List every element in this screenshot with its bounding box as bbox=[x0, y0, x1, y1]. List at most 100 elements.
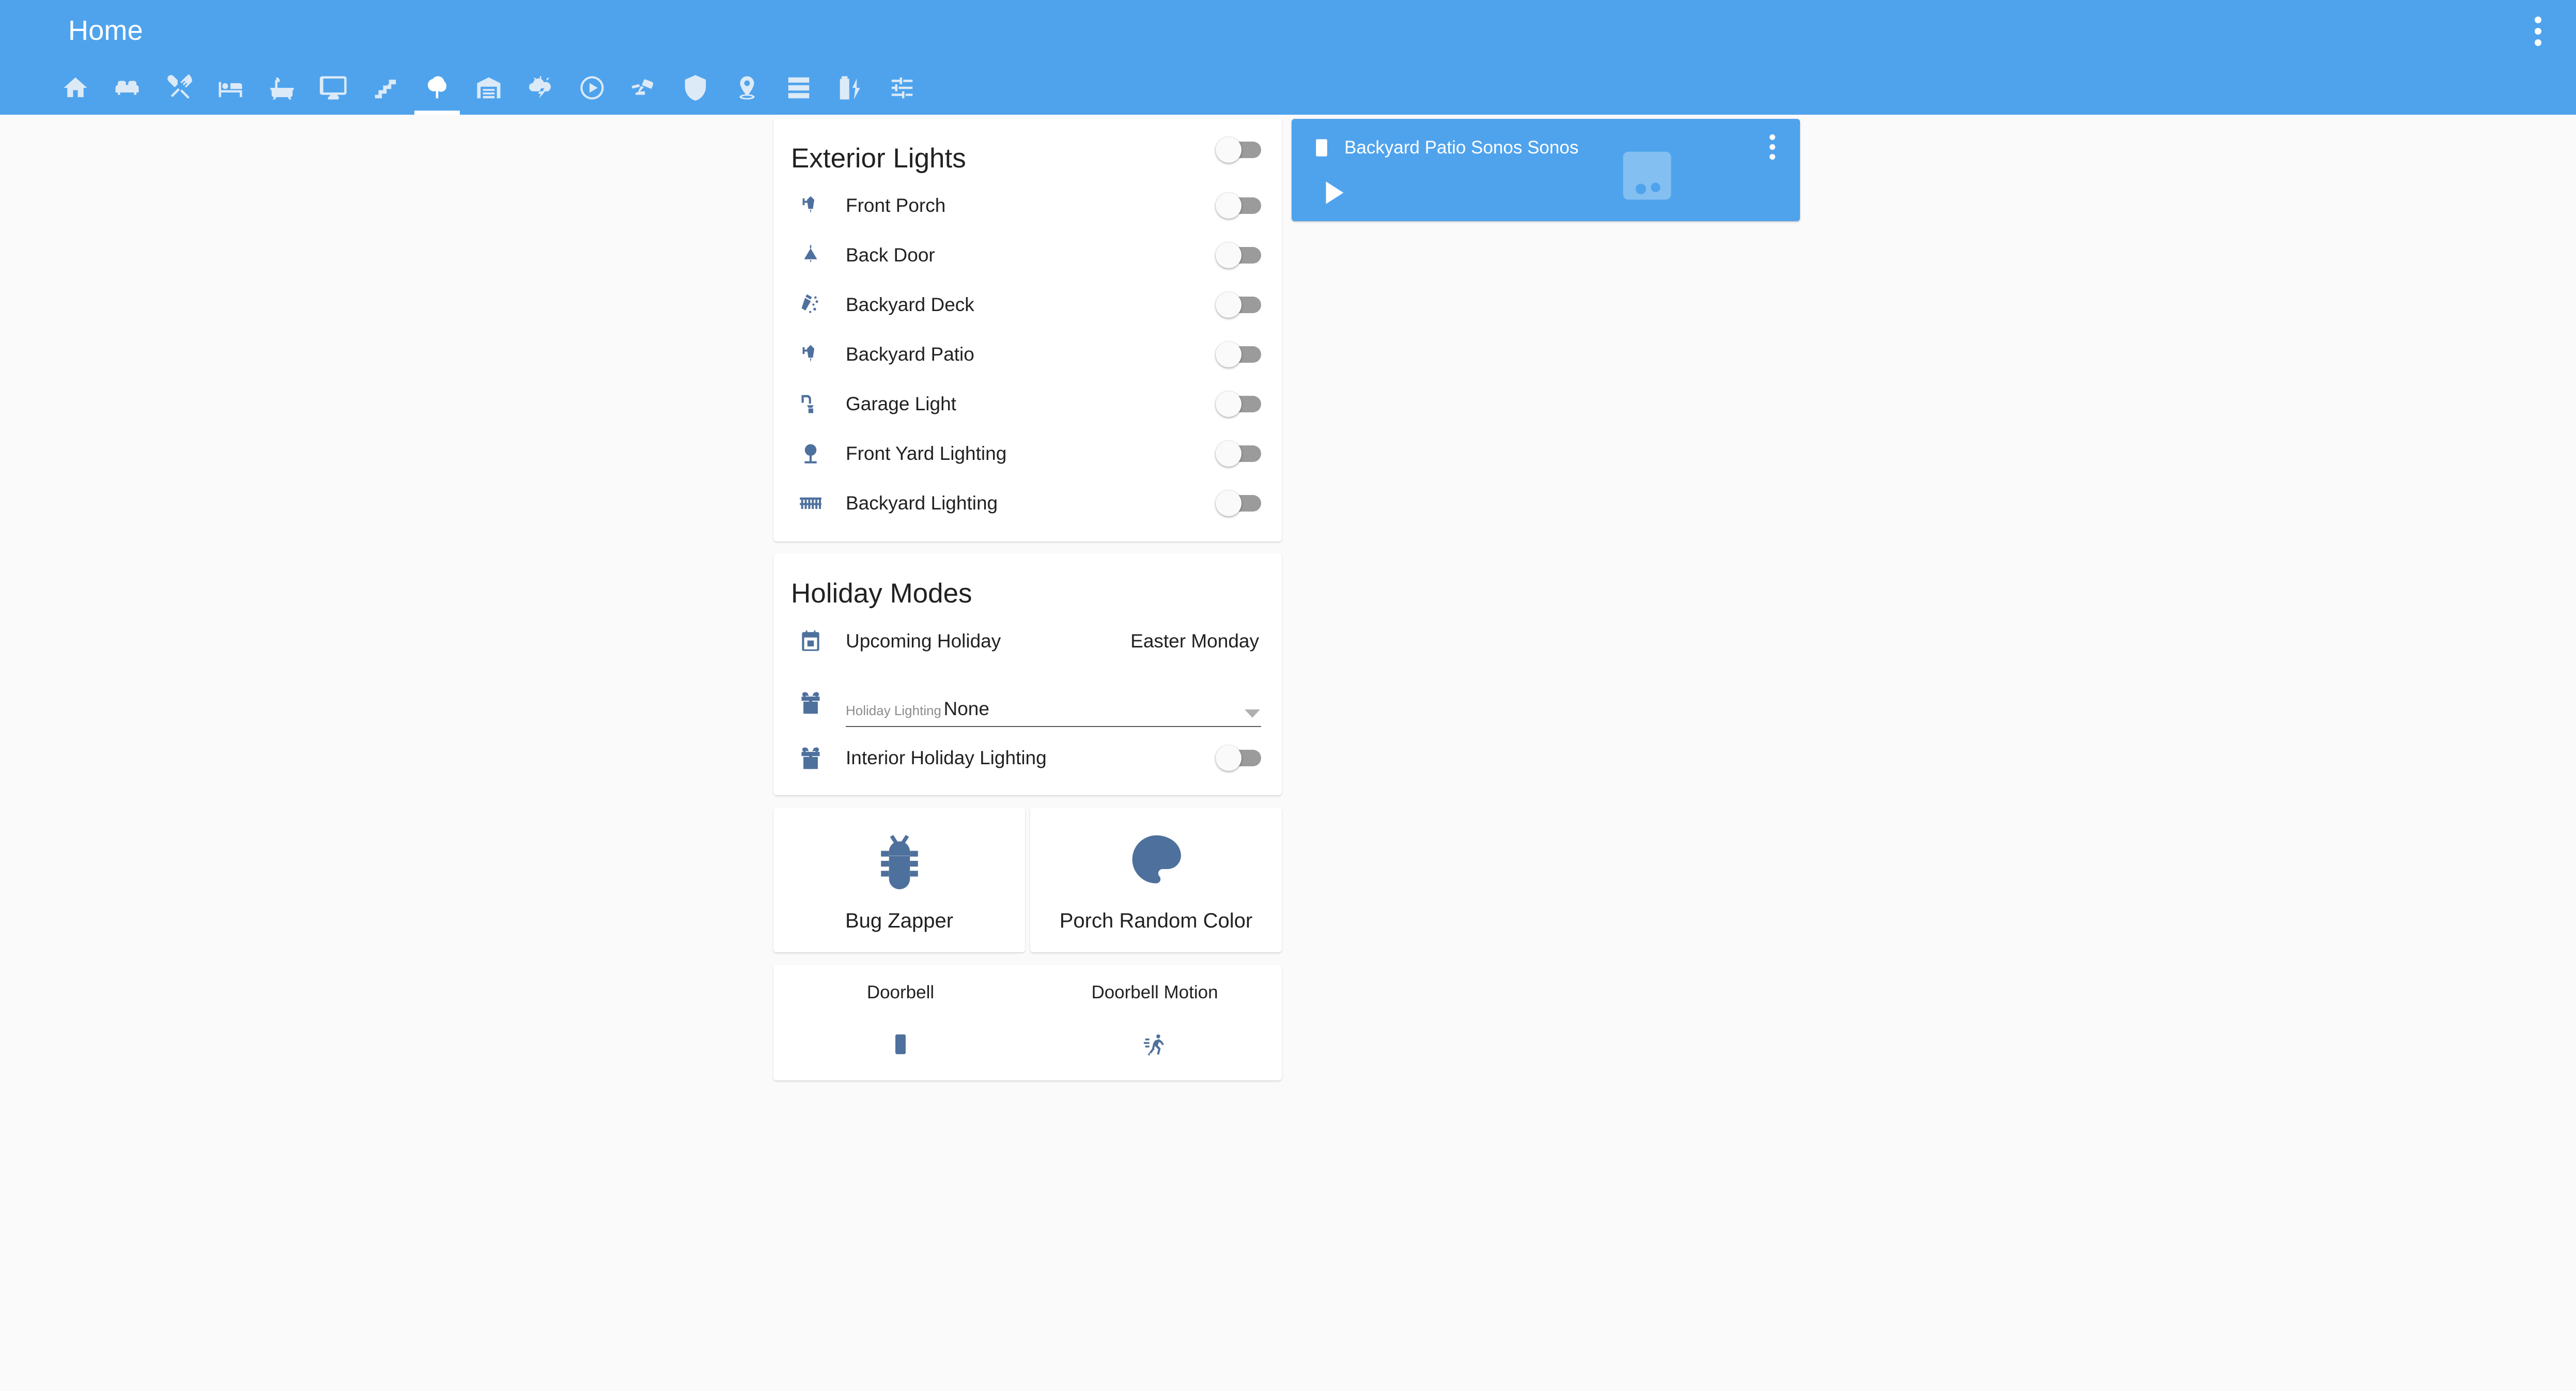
tune-icon bbox=[888, 74, 916, 102]
bathtub-icon bbox=[268, 74, 296, 102]
upcoming-holiday-row: Upcoming Holiday Easter Monday bbox=[773, 616, 1282, 666]
tab-office[interactable] bbox=[308, 61, 360, 115]
holiday-lighting-select[interactable]: Holiday Lighting None bbox=[846, 698, 1261, 727]
media-player-header: Backyard Patio Sonos Sonos bbox=[1292, 119, 1800, 158]
app-bar-top: Home bbox=[0, 0, 2576, 61]
toggle-knob bbox=[1216, 391, 1242, 418]
tab-location[interactable] bbox=[721, 61, 773, 115]
tree-icon bbox=[423, 74, 451, 102]
tab-bedroom[interactable] bbox=[205, 61, 256, 115]
dot bbox=[2534, 27, 2541, 35]
sensor-doorbell-motion[interactable]: Doorbell Motion bbox=[1028, 982, 1282, 1060]
upcoming-holiday-value: Easter Monday bbox=[1130, 630, 1259, 652]
exterior-lights-card: Exterior Lights Front Porch Back Door Ba… bbox=[773, 119, 1282, 542]
outdoor-lamp-icon bbox=[791, 193, 830, 219]
light-toggle-backyard-deck[interactable] bbox=[1216, 292, 1261, 318]
light-toggle-backyard-patio[interactable] bbox=[1216, 342, 1261, 368]
dot bbox=[1769, 153, 1775, 160]
tab-outside[interactable] bbox=[411, 61, 463, 115]
dots-vertical-icon[interactable] bbox=[1758, 132, 1787, 161]
toggle-knob bbox=[1216, 193, 1242, 219]
light-row-backyard-patio[interactable]: Backyard Patio bbox=[773, 330, 1282, 379]
light-label: Backyard Patio bbox=[846, 344, 974, 365]
light-label: Backyard Lighting bbox=[846, 492, 998, 514]
play-icon[interactable] bbox=[1318, 178, 1348, 208]
light-toggle-front-porch[interactable] bbox=[1216, 193, 1261, 219]
toggle-knob bbox=[1216, 137, 1242, 163]
media-player-title: Backyard Patio Sonos Sonos bbox=[1344, 137, 1579, 158]
tab-garage[interactable] bbox=[463, 61, 515, 115]
holiday-lighting-select-row[interactable]: Holiday Lighting None bbox=[773, 666, 1282, 733]
palette-icon bbox=[1126, 827, 1186, 894]
holiday-modes-title: Holiday Modes bbox=[791, 578, 972, 609]
exterior-lights-header: Exterior Lights bbox=[773, 119, 1282, 181]
sensor-doorbell[interactable]: Doorbell bbox=[773, 982, 1028, 1060]
light-row-front-porch[interactable]: Front Porch bbox=[773, 181, 1282, 230]
map-marker-icon bbox=[733, 74, 761, 102]
light-row-backyard-lighting[interactable]: Backyard Lighting bbox=[773, 478, 1282, 528]
chevron-down-icon[interactable] bbox=[1245, 709, 1260, 718]
scene-button-label: Porch Random Color bbox=[1059, 909, 1253, 932]
home-icon bbox=[61, 74, 89, 102]
scene-button-porch-random-color[interactable]: Porch Random Color bbox=[1030, 807, 1282, 952]
light-row-front-yard-lighting[interactable]: Front Yard Lighting bbox=[773, 429, 1282, 478]
toggle-knob bbox=[1216, 441, 1242, 467]
dots-vertical-icon[interactable] bbox=[2520, 13, 2555, 49]
calendar-icon bbox=[791, 628, 830, 654]
exterior-lights-master-toggle[interactable] bbox=[1216, 137, 1261, 163]
spotlight-beam-icon bbox=[791, 292, 830, 318]
tab-security[interactable] bbox=[670, 61, 721, 115]
tab-weather[interactable] bbox=[515, 61, 566, 115]
app-bar: Home bbox=[0, 0, 2576, 115]
light-label: Front Yard Lighting bbox=[846, 443, 1007, 465]
main-content: Exterior Lights Front Porch Back Door Ba… bbox=[0, 115, 2576, 1391]
bed-icon bbox=[216, 74, 244, 102]
stairs-icon bbox=[371, 74, 399, 102]
light-toggle-back-door[interactable] bbox=[1216, 242, 1261, 269]
holiday-lighting-value: None bbox=[943, 698, 989, 720]
tab-system[interactable] bbox=[773, 61, 825, 115]
light-label: Front Porch bbox=[846, 195, 946, 217]
interior-holiday-lighting-row[interactable]: Interior Holiday Lighting bbox=[773, 733, 1282, 783]
light-row-backyard-deck[interactable]: Backyard Deck bbox=[773, 280, 1282, 330]
tab-battery[interactable] bbox=[825, 61, 876, 115]
tab-media[interactable] bbox=[566, 61, 618, 115]
light-label: Backyard Deck bbox=[846, 294, 974, 316]
tree-light-icon bbox=[791, 441, 830, 467]
light-toggle-front-yard-lighting[interactable] bbox=[1216, 441, 1261, 467]
toggle-knob bbox=[1216, 242, 1242, 269]
sensor-label: Doorbell Motion bbox=[1091, 982, 1218, 1002]
silverware-fork-knife-icon bbox=[165, 74, 193, 102]
tab-living-room[interactable] bbox=[101, 61, 153, 115]
gift-icon bbox=[791, 745, 830, 771]
tab-bathroom[interactable] bbox=[256, 61, 308, 115]
cctv-icon bbox=[630, 74, 658, 102]
media-player-card[interactable]: Backyard Patio Sonos Sonos bbox=[1292, 119, 1800, 221]
toggle-knob bbox=[1216, 490, 1242, 517]
tab-kitchen[interactable] bbox=[153, 61, 205, 115]
holiday-lighting-label: Holiday Lighting bbox=[846, 703, 942, 719]
exterior-lights-title: Exterior Lights bbox=[791, 143, 966, 174]
tab-stairs[interactable] bbox=[360, 61, 411, 115]
tab-settings[interactable] bbox=[876, 61, 928, 115]
interior-holiday-lighting-toggle[interactable] bbox=[1216, 745, 1261, 771]
light-toggle-garage-light[interactable] bbox=[1216, 391, 1261, 418]
upcoming-holiday-label: Upcoming Holiday bbox=[846, 630, 1001, 652]
light-label: Back Door bbox=[846, 244, 935, 266]
garage-icon bbox=[475, 74, 503, 102]
light-toggle-backyard-lighting[interactable] bbox=[1216, 490, 1261, 517]
shield-home-icon bbox=[681, 74, 709, 102]
interior-holiday-lighting-label: Interior Holiday Lighting bbox=[846, 747, 1047, 768]
scene-button-bug-zapper[interactable]: Bug Zapper bbox=[773, 807, 1025, 952]
sensor-label: Doorbell bbox=[866, 982, 935, 1002]
left-column: Exterior Lights Front Porch Back Door Ba… bbox=[773, 119, 1282, 1093]
tab-cameras[interactable] bbox=[618, 61, 670, 115]
light-row-garage-light[interactable]: Garage Light bbox=[773, 379, 1282, 429]
wall-sconce-icon bbox=[791, 391, 830, 417]
tab-indicator bbox=[414, 111, 460, 115]
tab-home[interactable] bbox=[50, 61, 101, 115]
light-row-back-door[interactable]: Back Door bbox=[773, 230, 1282, 280]
light-label: Garage Light bbox=[846, 393, 956, 415]
ceiling-light-icon bbox=[791, 242, 830, 268]
bug-icon bbox=[870, 827, 929, 894]
